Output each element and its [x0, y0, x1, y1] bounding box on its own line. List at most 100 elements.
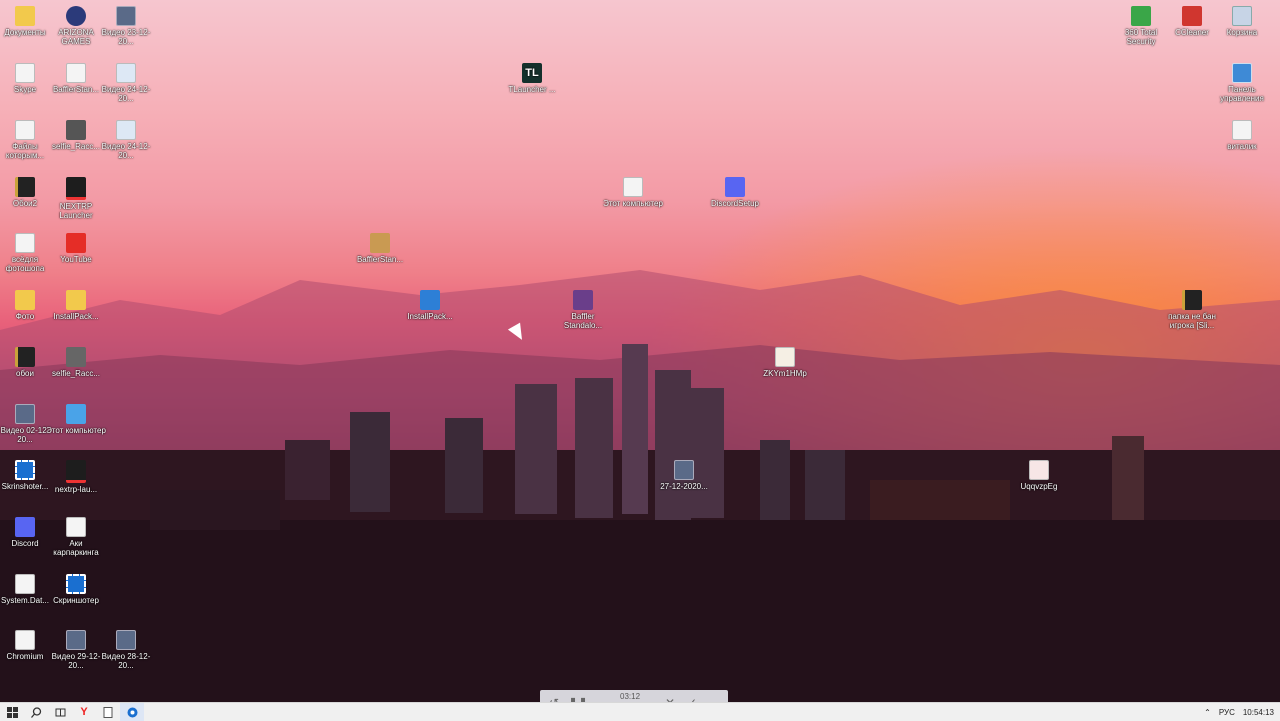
file-icon — [103, 706, 113, 718]
tray-chevron-icon[interactable]: ⌃ — [1204, 708, 1211, 717]
desktop-icon-this-pc[interactable]: Этот компьютер — [46, 404, 106, 435]
folder-icon — [15, 290, 35, 310]
icon-label: Аки карпаркинга — [53, 539, 99, 557]
desktop-icon-aki-karparkinga[interactable]: Аки карпаркинга — [46, 517, 106, 557]
desktop-icon-control-panel[interactable]: Панель управления — [1212, 63, 1272, 103]
icon-label: Skype — [13, 85, 37, 94]
icon-label: YouTube — [60, 255, 92, 264]
clock[interactable]: 10:54:13 — [1243, 708, 1274, 717]
task-view-button[interactable] — [48, 703, 72, 721]
discord-icon — [15, 517, 35, 537]
icon-label: всёдля фотошопа — [5, 255, 45, 273]
shield-icon — [1131, 6, 1151, 26]
video-file-icon — [66, 630, 86, 650]
document-icon — [623, 177, 643, 197]
video-file-icon — [674, 460, 694, 480]
archive-icon — [15, 177, 35, 197]
nextrp-icon — [66, 177, 86, 200]
file-explorer-button[interactable] — [96, 703, 120, 721]
tlauncher-icon: TL — [522, 63, 542, 83]
recorder-app-icon — [127, 707, 137, 717]
screenshot-tool-icon — [15, 460, 35, 480]
icon-label: Baffler Standalo... — [563, 312, 603, 330]
icon-label: CCleaner — [1175, 28, 1209, 37]
computer-icon — [66, 404, 86, 424]
icon-label: Видео 02-12-20... — [0, 426, 50, 444]
icon-label: Видео 24-12-20... — [101, 85, 151, 103]
archive-icon — [15, 347, 35, 367]
task-view-icon — [55, 708, 65, 716]
icon-label: TLauncher ... — [508, 85, 556, 94]
icon-label: обои — [16, 369, 34, 378]
desktop-icon-uqqvzpeg[interactable]: UqqvzpEg — [1009, 460, 1069, 491]
desktop-icon-vitalik[interactable]: виталик — [1212, 120, 1272, 151]
desktop-icon-baffler-standalone[interactable]: Baffler Standalo... — [553, 290, 613, 330]
icon-label: Корзина — [1226, 28, 1258, 37]
desktop-icon-recycle-bin[interactable]: Корзина — [1212, 6, 1272, 37]
icon-label: NEXTRP Launcher — [59, 202, 93, 220]
icon-label: InstallPack... — [53, 312, 99, 321]
icon-label: папка не бан игрока [Sli... — [1168, 312, 1216, 330]
desktop-icon-bafflerstan-2[interactable]: BafflerStan... — [350, 233, 410, 264]
language-indicator[interactable]: РУС — [1219, 708, 1235, 717]
desktop-icon-ban-folder[interactable]: папка не бан игрока [Sli... — [1162, 290, 1222, 330]
download-icon — [420, 290, 440, 310]
yandex-browser-button[interactable]: Y — [72, 703, 96, 721]
icon-label: nextrp-lau... — [54, 485, 98, 494]
icon-label: Discord — [11, 539, 39, 548]
search-icon — [30, 706, 41, 718]
icon-label: 27-12-2020... — [660, 482, 708, 491]
icon-label: Файлы которым... — [5, 142, 45, 160]
icon-label: Видео 28-12-20... — [101, 652, 151, 670]
icon-label: Skrinshoter... — [1, 482, 49, 491]
video-file-icon — [116, 6, 136, 26]
desktop-icon-youtube[interactable]: YouTube — [46, 233, 106, 264]
video-file-icon — [15, 404, 35, 424]
desktop-icon-video-23[interactable]: Видео 23-12-20... — [96, 6, 156, 46]
icon-label: DiscordSetup — [710, 199, 760, 208]
icon-label: Обои2 — [12, 199, 38, 208]
icon-label: selfie_Racc... — [51, 142, 101, 151]
image-icon — [66, 347, 86, 367]
desktop-icon-tlauncher[interactable]: TL TLauncher ... — [502, 63, 562, 94]
icon-label: Chromium — [6, 652, 44, 661]
video-file-icon — [116, 63, 136, 83]
icon-label: UqqvzpEg — [1020, 482, 1058, 491]
desktop-icon-video-24a[interactable]: Видео 24-12-20... — [96, 63, 156, 103]
icon-label: ARIZONA GAMES — [58, 28, 94, 46]
icon-label: selfie_Racc... — [51, 369, 101, 378]
control-panel-icon — [1232, 63, 1252, 83]
desktop-icon-installpack[interactable]: InstallPack... — [400, 290, 460, 321]
document-icon — [15, 630, 35, 650]
icon-label: BafflerStan... — [52, 85, 100, 94]
icon-label: Этот компьютер — [46, 426, 106, 435]
desktop-icon-this-pc-2[interactable]: Этот компьютер — [603, 177, 663, 208]
desktop-icon-video-24b[interactable]: Видео 24-12-20... — [96, 120, 156, 160]
document-icon — [15, 233, 35, 253]
icon-label: виталик — [1227, 142, 1257, 151]
icon-label: Видео 29-12-20... — [51, 652, 101, 670]
desktop-icon-nextrp-launcher[interactable]: NEXTRP Launcher — [46, 177, 106, 220]
icon-label: System.Dat... — [0, 596, 49, 605]
desktop-icon-zkym1hmp[interactable]: ZKYm1HMp — [755, 347, 815, 378]
start-button[interactable] — [0, 703, 24, 721]
icon-label: InstallPack... — [407, 312, 453, 321]
video-file-icon — [116, 630, 136, 650]
desktop-icon-nextrp-lau[interactable]: nextrp-lau... — [46, 460, 106, 494]
image-icon — [66, 120, 86, 140]
image-icon — [1029, 460, 1049, 480]
archive-icon — [1182, 290, 1202, 310]
recorder-app-button[interactable] — [120, 703, 144, 721]
screenshot-tool-icon — [66, 574, 86, 594]
desktop-icon-selfie-racc-2[interactable]: selfie_Racc... — [46, 347, 106, 378]
desktop-icon-installpack-folder[interactable]: InstallPack... — [46, 290, 106, 321]
desktop-icon-27-12-2020[interactable]: 27-12-2020... — [654, 460, 714, 491]
document-icon — [15, 574, 35, 594]
desktop-icon-skrinshoter[interactable]: Скриншотер — [46, 574, 106, 605]
icon-label: Документы — [4, 28, 46, 37]
search-button[interactable] — [24, 703, 48, 721]
document-icon — [66, 517, 86, 537]
desktop-icon-video-28[interactable]: Видео 28-12-20... — [96, 630, 156, 670]
desktop-icon-discord-setup[interactable]: DiscordSetup — [705, 177, 765, 208]
video-file-icon — [116, 120, 136, 140]
